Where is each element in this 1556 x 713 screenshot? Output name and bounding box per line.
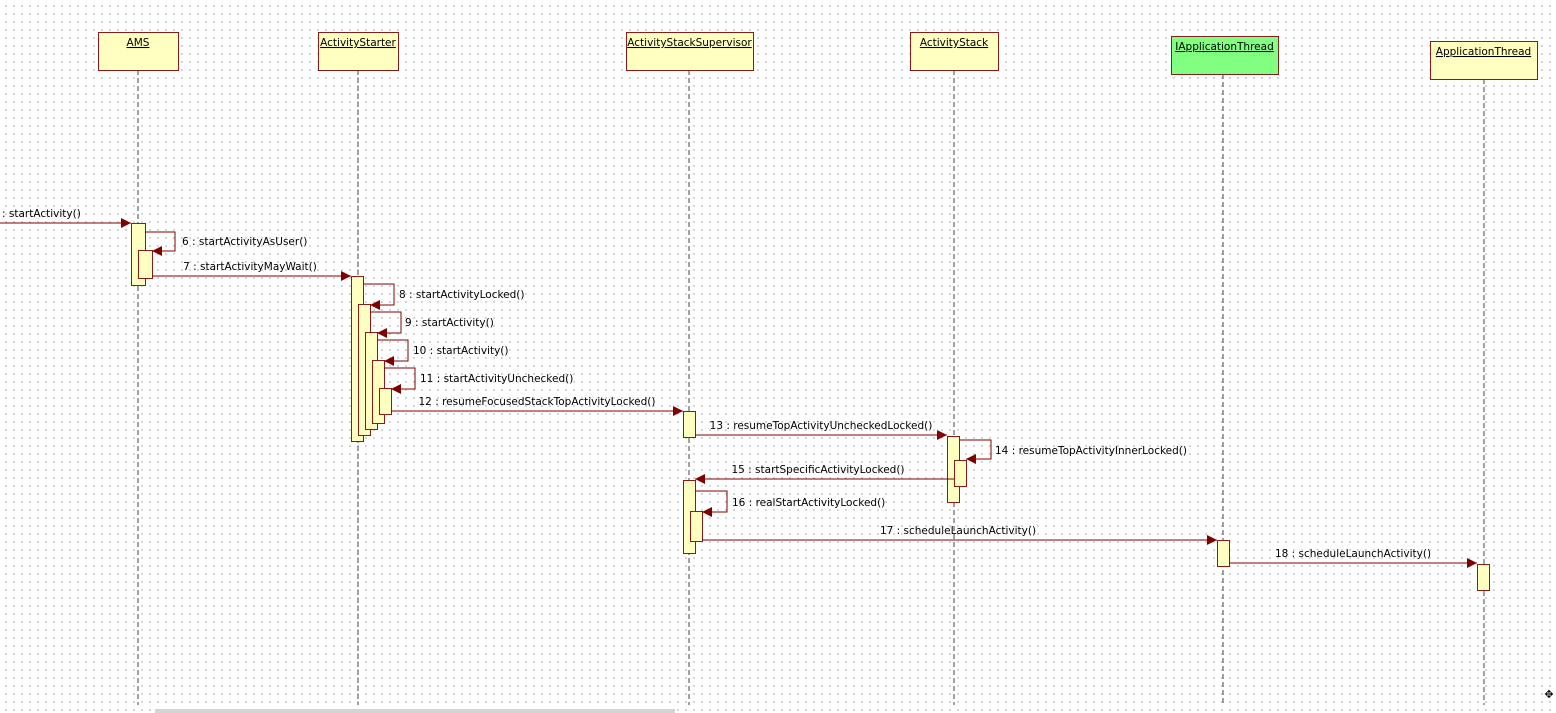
- message-10[interactable]: 14 : resumeTopActivityInnerLocked(): [959, 439, 1187, 464]
- activation-bar-supervisor: [690, 511, 703, 542]
- message-label: 13 : resumeTopActivityUncheckedLocked(): [710, 420, 933, 432]
- message-3[interactable]: 7 : startActivityMayWait(): [152, 261, 351, 281]
- self-message-arrow: [363, 283, 395, 310]
- participant-name: ActivityStarter: [320, 37, 396, 49]
- self-message-arrow: [695, 490, 728, 517]
- sequence-diagram: : startActivity() 6 : startActivityAsUser…: [0, 32, 1538, 705]
- message-4[interactable]: 8 : startActivityLocked(): [363, 283, 525, 310]
- message-1[interactable]: : startActivity(): [0, 208, 131, 228]
- message-14[interactable]: 18 : scheduleLaunchActivity(): [1229, 548, 1477, 568]
- message-5[interactable]: 9 : startActivity(): [370, 311, 494, 338]
- self-message-arrow: [370, 311, 402, 338]
- participant-name: ActivityStackSupervisor: [627, 37, 752, 49]
- message-label: 12 : resumeFocusedStackTopActivityLocked…: [419, 396, 656, 408]
- activation-bar-iappthread: [1217, 540, 1230, 567]
- message-6[interactable]: 10 : startActivity(): [377, 339, 509, 366]
- activation-bar-stack: [954, 460, 967, 487]
- participant-starter[interactable]: ActivityStarter: [318, 32, 399, 71]
- message-label: 18 : scheduleLaunchActivity(): [1275, 548, 1431, 560]
- participant-supervisor[interactable]: ActivityStackSupervisor: [626, 32, 754, 71]
- message-7[interactable]: 11 : startActivityUnchecked(): [384, 367, 573, 394]
- self-message-arrow: [145, 231, 176, 256]
- message-9[interactable]: 13 : resumeTopActivityUncheckedLocked(): [695, 420, 947, 440]
- activation-bar-starter: [379, 388, 392, 415]
- move-icon[interactable]: ✥: [1544, 689, 1554, 700]
- participant-appthread[interactable]: ApplicationThread: [1430, 41, 1538, 80]
- diagram-canvas: : startActivity() 6 : startActivityAsUser…: [0, 0, 1556, 713]
- participant-name: IApplicationThread: [1175, 41, 1273, 53]
- participant-stack[interactable]: ActivityStack: [910, 32, 999, 71]
- message-label: 9 : startActivity(): [405, 317, 494, 329]
- self-message-arrow: [384, 367, 416, 394]
- message-label: 7 : startActivityMayWait(): [183, 261, 317, 273]
- activation-bar-supervisor: [683, 411, 696, 438]
- message-label: 6 : startActivityAsUser(): [182, 236, 307, 248]
- message-label: 11 : startActivityUnchecked(): [420, 373, 573, 385]
- self-message-arrow: [959, 439, 992, 464]
- message-2[interactable]: 6 : startActivityAsUser(): [145, 231, 307, 256]
- message-label: 15 : startSpecificActivityLocked(): [731, 464, 904, 476]
- message-label: : startActivity(): [2, 208, 81, 220]
- message-label: 10 : startActivity(): [413, 345, 509, 357]
- message-13[interactable]: 17 : scheduleLaunchActivity(): [702, 525, 1217, 545]
- participant-name: ApplicationThread: [1436, 46, 1531, 58]
- participant-iappthread[interactable]: IApplicationThread: [1171, 36, 1279, 75]
- activation-bar-appthread: [1477, 564, 1490, 591]
- message-label: 17 : scheduleLaunchActivity(): [880, 525, 1036, 537]
- message-11[interactable]: 15 : startSpecificActivityLocked(): [695, 464, 954, 484]
- message-label: 8 : startActivityLocked(): [399, 289, 525, 301]
- participant-name: AMS: [127, 37, 150, 49]
- horizontal-scrollbar[interactable]: [155, 709, 675, 713]
- message-12[interactable]: 16 : realStartActivityLocked(): [695, 490, 885, 517]
- message-label: 14 : resumeTopActivityInnerLocked(): [995, 445, 1187, 457]
- message-8[interactable]: 12 : resumeFocusedStackTopActivityLocked…: [391, 396, 683, 416]
- message-label: 16 : realStartActivityLocked(): [732, 497, 885, 509]
- activation-bar-ams: [138, 250, 153, 279]
- participant-name: ActivityStack: [920, 37, 989, 49]
- self-message-arrow: [377, 339, 409, 366]
- participant-ams[interactable]: AMS: [98, 32, 179, 71]
